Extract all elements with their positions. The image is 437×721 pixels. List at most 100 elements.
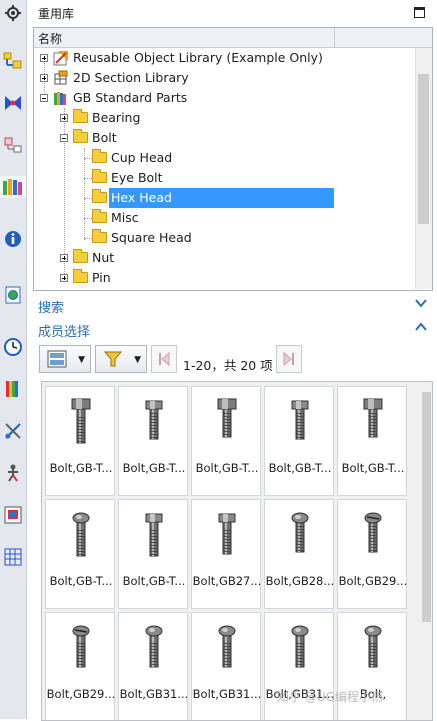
folder-icon xyxy=(73,269,88,283)
bolt-icon xyxy=(291,625,309,668)
part-thumbnail[interactable]: Bolt,GB28... xyxy=(264,499,334,609)
tree-item-misc[interactable]: Misc xyxy=(34,208,414,228)
parts-grid: Bolt,GB-T... Bolt,GB-T... Bolt,GB-T... Bolt… xyxy=(41,381,433,721)
member-select-section-header[interactable]: 成员选择 xyxy=(27,318,437,340)
folder-icon xyxy=(92,169,107,183)
tree-item-bolt[interactable]: Bolt xyxy=(34,128,414,148)
folder-icon xyxy=(73,249,88,263)
scrollbar-thumb[interactable] xyxy=(422,392,431,622)
part-thumbnail[interactable]: Bolt,GB29... xyxy=(45,612,116,720)
part-thumbnail[interactable]: Bolt,GB31... xyxy=(191,612,261,720)
standard-parts-library-icon xyxy=(54,92,66,105)
bolt-icon xyxy=(291,400,309,440)
tree-item-square-head[interactable]: Square Head xyxy=(34,228,414,248)
bolt-icon xyxy=(217,398,237,438)
previous-page-button[interactable] xyxy=(151,345,177,373)
part-thumbnail[interactable]: Bolt,GB-T... xyxy=(118,499,188,609)
folder-icon xyxy=(92,189,107,203)
roles-icon[interactable] xyxy=(2,504,24,526)
page-info: 1-20，共 20 项 xyxy=(183,358,273,373)
bolt-icon xyxy=(71,398,91,444)
expand-icon[interactable] xyxy=(40,74,48,82)
expand-icon[interactable] xyxy=(60,274,68,282)
search-section-header[interactable]: 搜索 xyxy=(27,294,437,316)
section-library-icon xyxy=(54,70,68,85)
settings-gear-icon[interactable] xyxy=(2,2,24,24)
part-thumbnail[interactable]: Bolt,GB-T... xyxy=(337,386,407,496)
bolt-icon xyxy=(72,512,90,557)
part-thumbnail[interactable]: Bolt,GB-T... xyxy=(264,386,334,496)
watermark: 知乎 @UG编程小杨 xyxy=(277,690,383,704)
scrollbar-thumb[interactable] xyxy=(418,74,429,224)
bolt-icon xyxy=(363,398,383,438)
tree-item-label: Reusable Object Library (Example Only) xyxy=(73,50,323,65)
tree-item-2d-section-library[interactable]: 2D Section Library xyxy=(34,68,414,88)
tree-item-label: GB Standard Parts xyxy=(73,90,188,105)
grid-scrollbar[interactable] xyxy=(421,382,432,720)
tree-item-label: Bearing xyxy=(92,110,141,125)
panel-title: 重用库 xyxy=(38,7,75,21)
resource-bar xyxy=(0,0,27,719)
maximize-icon[interactable] xyxy=(414,7,425,18)
part-thumbnail[interactable]: Bolt,GB27... xyxy=(191,499,261,609)
reuse-library-icon[interactable] xyxy=(0,176,26,198)
member-toolbar: ▼ ▼ 1-20，共 20 项 xyxy=(27,341,437,377)
next-page-button[interactable] xyxy=(276,345,302,373)
folder-icon xyxy=(92,149,107,163)
part-caption: Bolt,GB29... xyxy=(338,574,408,588)
part-caption: Bolt,GB-T... xyxy=(341,461,405,475)
part-caption: Bolt,GB-T... xyxy=(268,461,332,475)
part-caption: Bolt,GB27... xyxy=(192,574,262,588)
web-browser-icon[interactable] xyxy=(2,284,24,306)
tree-item-label: Misc xyxy=(111,210,139,225)
process-studio-icon[interactable] xyxy=(2,420,24,442)
dropdown-arrow-icon: ▼ xyxy=(134,355,141,365)
history-clock-icon[interactable] xyxy=(2,336,24,358)
chevron-up-icon[interactable] xyxy=(415,321,427,336)
palette-grid-icon[interactable] xyxy=(2,546,24,568)
part-thumbnail[interactable]: Bolt,GB-T... xyxy=(45,386,115,496)
part-navigator-icon[interactable] xyxy=(2,134,24,156)
panel-header: 重用库 xyxy=(27,0,437,26)
search-label: 搜索 xyxy=(38,301,65,316)
chevron-down-icon[interactable] xyxy=(415,297,427,312)
bolt-icon xyxy=(291,512,309,553)
tree-item-gb-standard-parts[interactable]: GB Standard Parts xyxy=(34,88,414,108)
part-thumbnail[interactable]: Bolt,GB-T... xyxy=(191,386,261,496)
tree-item-hex-head[interactable]: Hex Head xyxy=(34,188,414,208)
part-caption: Bolt,GB-T... xyxy=(122,574,186,588)
bolt-icon xyxy=(145,513,163,557)
constraint-navigator-icon[interactable] xyxy=(2,92,24,114)
part-thumbnail[interactable]: Bolt,GB29... xyxy=(337,499,407,609)
expand-icon[interactable] xyxy=(60,114,68,122)
tree-column-header[interactable]: 名称 xyxy=(34,28,432,48)
part-caption: Bolt,GB31... xyxy=(119,687,189,701)
part-thumbnail[interactable]: Bolt,GB-T... xyxy=(118,386,188,496)
filter-dropdown[interactable]: ▼ xyxy=(95,345,147,373)
system-materials-icon[interactable] xyxy=(2,378,24,400)
collapse-icon[interactable] xyxy=(60,134,68,142)
folder-icon xyxy=(92,209,107,223)
part-caption: Bolt,GB28... xyxy=(265,574,335,588)
part-thumbnail[interactable]: Bolt,GB31... xyxy=(118,612,189,720)
part-caption: Bolt,GB29... xyxy=(46,687,116,701)
column-header-name: 名称 xyxy=(38,32,63,46)
next-page-icon xyxy=(283,352,294,366)
tree-item-reusable-object-library[interactable]: Reusable Object Library (Example Only) xyxy=(34,48,414,68)
manikin-icon[interactable] xyxy=(2,462,24,484)
expand-icon[interactable] xyxy=(40,54,48,62)
view-mode-dropdown[interactable]: ▼ xyxy=(39,345,91,373)
folder-icon xyxy=(92,229,107,243)
part-caption: Bolt,GB-T... xyxy=(122,461,186,475)
collapse-icon[interactable] xyxy=(40,94,48,102)
hd3d-tools-icon[interactable] xyxy=(2,228,24,250)
tree-scrollbar[interactable] xyxy=(415,48,432,289)
part-thumbnail[interactable]: Bolt,GB-T... xyxy=(45,499,115,609)
expand-icon[interactable] xyxy=(60,254,68,262)
assembly-navigator-icon[interactable] xyxy=(2,50,24,72)
tree-item-pin[interactable]: Pin xyxy=(34,268,414,288)
tree-item-cup-head[interactable]: Cup Head xyxy=(34,148,414,168)
tree-item-nut[interactable]: Nut xyxy=(34,248,414,268)
tree-item-eye-bolt[interactable]: Eye Bolt xyxy=(34,168,414,188)
tree-item-bearing[interactable]: Bearing xyxy=(34,108,414,128)
